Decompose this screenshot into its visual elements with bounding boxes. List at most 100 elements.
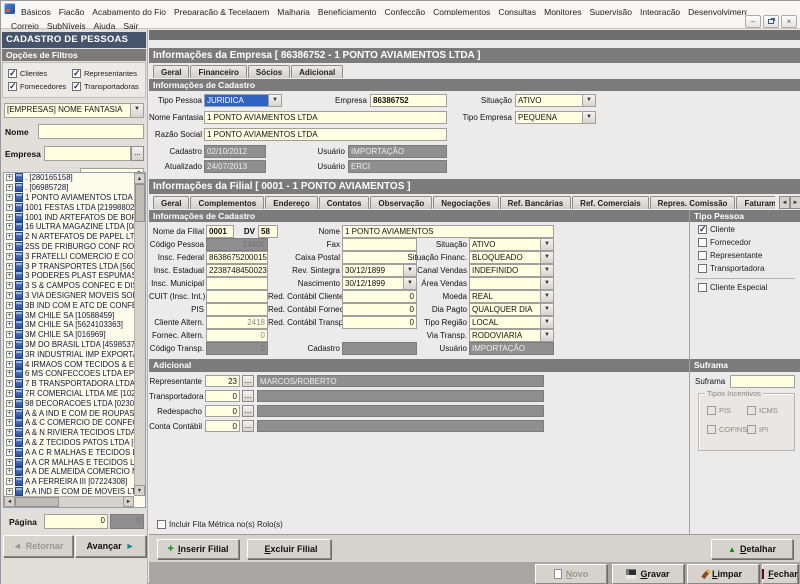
tree-item[interactable]: + A & A IND E COM DE ROUPAS LTD — [4, 408, 134, 418]
menu-item[interactable]: Fiação — [55, 6, 89, 15]
menu-item[interactable]: Confecção — [381, 6, 430, 15]
empresa-tab[interactable]: Adicional — [291, 65, 343, 78]
tree-item[interactable]: + A & C COMERCIO DE CONFEC LT — [4, 418, 134, 428]
tree-item[interactable]: + . [280165158] — [4, 173, 134, 183]
fita-metrica-checkbox[interactable]: ✓ Incluir Fita Métrica no(s) Rolo(s) — [157, 520, 283, 529]
expand-icon[interactable]: + — [6, 400, 13, 407]
chevron-down-icon[interactable]: ▼ — [540, 265, 553, 276]
empresa-input[interactable] — [44, 146, 131, 161]
dia-pagto-select[interactable]: QUALQUER DIA ▼ — [469, 303, 554, 316]
nome-field[interactable]: 1 PONTO AVIAMENTOS — [342, 225, 554, 238]
tipo-pessoa-checkbox[interactable]: ✓ Cliente — [698, 225, 764, 234]
tree-item[interactable]: + A A C R MALHAS E TECIDOS LTDA — [4, 447, 134, 457]
nome-filial-field[interactable]: 0001 — [206, 225, 234, 238]
expand-icon[interactable]: + — [6, 341, 13, 348]
checkbox-icon[interactable]: ✓ — [698, 225, 707, 234]
via-transp-select[interactable]: RODOVIARIA ▼ — [469, 329, 554, 342]
tipo-pessoa-checkbox[interactable]: ✓ Transportadora — [698, 264, 764, 273]
tree-item[interactable]: + 2SS DE FRIBURGO CONF ROUPAS — [4, 242, 134, 252]
chevron-down-icon[interactable]: ▼ — [130, 104, 143, 117]
scroll-down-icon[interactable]: ▼ — [134, 485, 145, 496]
expand-icon[interactable]: + — [6, 361, 13, 368]
menu-item[interactable]: Sair — [119, 20, 142, 29]
filial-tab[interactable]: Geral — [153, 196, 189, 209]
scrollbar-thumb[interactable] — [15, 497, 59, 507]
chevron-down-icon[interactable]: ▼ — [540, 291, 553, 302]
tree-item[interactable]: + 1001 FESTAS LTDA [21998802] — [4, 202, 134, 212]
inserir-filial-button[interactable]: + Inserir Filial — [157, 539, 239, 559]
checkbox-icon[interactable]: ✓ — [698, 251, 707, 260]
tree-item[interactable]: + 3R INDUSTRIAL IMP EXPORTADO — [4, 349, 134, 359]
tree-item[interactable]: + 3 VIA DESIGNER MOVEIS SOFAS — [4, 291, 134, 301]
expand-icon[interactable]: + — [6, 253, 13, 260]
tree-horizontal-scrollbar[interactable]: ◄ ► — [4, 496, 134, 507]
empresa-codigo-field[interactable]: 86386752 — [370, 94, 447, 107]
chevron-down-icon[interactable]: ▼ — [582, 95, 595, 106]
tree-item[interactable]: + 6 MS CONFECCOES LTDA EPP [04 — [4, 369, 134, 379]
lookup-button[interactable]: ... — [242, 375, 254, 387]
expand-icon[interactable]: + — [6, 174, 13, 181]
suframa-input[interactable] — [730, 375, 795, 388]
nome-fantasia-field[interactable]: 1 PONTO AVIAMENTOS LTDA — [204, 111, 447, 124]
tree-item[interactable]: + A A IND E COM DE MOVEIS LTDA — [4, 487, 134, 497]
excluir-filial-button[interactable]: Excluir Filial — [247, 539, 331, 559]
adicional-code-input[interactable]: 0 — [205, 405, 240, 417]
expand-icon[interactable]: + — [6, 312, 13, 319]
expand-icon[interactable]: + — [6, 488, 13, 495]
filial-tab[interactable]: Negociações — [433, 196, 498, 209]
filter-checkbox[interactable]: ✓ Clientes — [8, 69, 72, 78]
checkbox-icon[interactable]: ✓ — [698, 283, 707, 292]
menu-item[interactable]: Ajuda — [90, 20, 120, 29]
chevron-down-icon[interactable]: ▼ — [540, 239, 553, 250]
area-vendas-select[interactable]: ▼ — [469, 277, 554, 290]
filial-tab[interactable]: Contatos — [319, 196, 370, 209]
filter-checkbox[interactable]: ✓ Transportadoras — [72, 82, 148, 91]
chevron-down-icon[interactable]: ▼ — [540, 330, 553, 341]
restore-icon[interactable] — [763, 15, 779, 28]
menu-item[interactable]: Supervisão — [585, 6, 636, 15]
adicional-code-input[interactable]: 23 — [205, 375, 240, 387]
tree-item[interactable]: + 98 DECORACOES LTDA [023049 — [4, 398, 134, 408]
insc-estadual-field[interactable]: 2238748450023 — [206, 264, 268, 277]
menu-item[interactable]: SubNíveis — [43, 20, 90, 29]
tree-item[interactable]: + 7 B TRANSPORTADORA LTDA [20 — [4, 379, 134, 389]
adicional-code-input[interactable]: 0 — [205, 390, 240, 402]
insc-federal-field[interactable]: 86386752000158 — [206, 251, 268, 264]
tree-item[interactable]: + A & N RIVIERA TECIDOS LTDA EP — [4, 428, 134, 438]
expand-icon[interactable]: + — [6, 459, 13, 466]
tab-scroll-left-icon[interactable]: ◄ — [779, 196, 790, 209]
menu-item[interactable]: Integração — [636, 6, 684, 15]
expand-icon[interactable]: + — [6, 478, 13, 485]
cuit-field[interactable] — [206, 290, 268, 303]
nome-input[interactable] — [38, 124, 144, 139]
tree-item[interactable]: + 1001 IND ARTEFATOS DE BORRA — [4, 212, 134, 222]
tree-item[interactable]: + A A CR MALHAS E TECIDOS LTDA — [4, 457, 134, 467]
insc-municipal-field[interactable] — [206, 277, 268, 290]
expand-icon[interactable]: + — [6, 282, 13, 289]
expand-icon[interactable]: + — [6, 370, 13, 377]
menu-item[interactable]: Correio — [7, 20, 43, 29]
expand-icon[interactable]: + — [6, 468, 13, 475]
empresa-tab[interactable]: Financeiro — [190, 65, 246, 78]
pis-field[interactable] — [206, 303, 268, 316]
cliente-especial-checkbox[interactable]: ✓ Cliente Especial — [698, 283, 767, 292]
tipo-pessoa-select[interactable]: JURIDICA ▼ — [204, 94, 282, 107]
expand-icon[interactable]: + — [6, 449, 13, 456]
empresa-tab[interactable]: Sócios — [248, 65, 290, 78]
expand-icon[interactable]: + — [6, 429, 13, 436]
expand-icon[interactable]: + — [6, 390, 13, 397]
menu-item[interactable]: Malharia — [273, 6, 314, 15]
fechar-button[interactable]: Fechar — [762, 564, 798, 584]
menu-item[interactable]: Básicos — [17, 6, 55, 15]
expand-icon[interactable]: + — [6, 233, 13, 240]
tree-item[interactable]: + A A FERREIRA III [07224308] — [4, 477, 134, 487]
tree-item[interactable]: + 7R COMERCIAL LTDA ME [10250 — [4, 389, 134, 399]
tree-item[interactable]: + 4 IRMAOS COM TECIDOS & ENXO — [4, 359, 134, 369]
expand-icon[interactable]: + — [6, 194, 13, 201]
menu-item[interactable]: Desenvolvimento — [684, 6, 747, 15]
tree-item[interactable]: + 2 N ARTEFATOS DE PAPEL LTDA — [4, 232, 134, 242]
scroll-left-icon[interactable]: ◄ — [4, 496, 15, 507]
expand-icon[interactable]: + — [6, 243, 13, 250]
detalhar-button[interactable]: ▲ Detalhar — [711, 539, 793, 559]
expand-icon[interactable]: + — [6, 302, 13, 309]
